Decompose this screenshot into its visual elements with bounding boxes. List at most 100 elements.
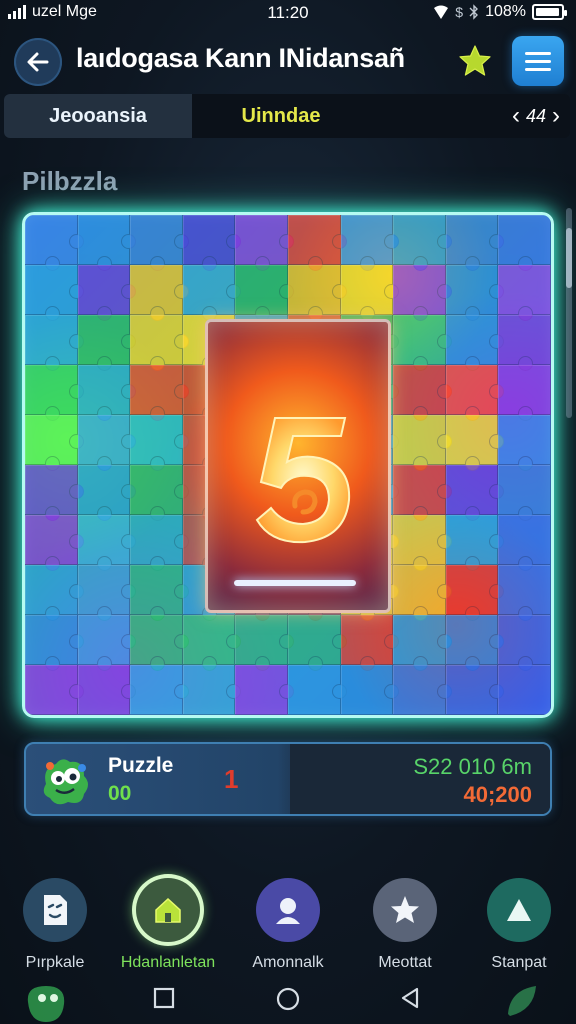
puzzle-piece[interactable] xyxy=(130,665,189,715)
puzzle-piece[interactable] xyxy=(287,265,347,321)
favorite-button[interactable] xyxy=(454,40,496,82)
back-nav-icon[interactable] xyxy=(398,986,422,1010)
tab-second[interactable]: Uinndae xyxy=(192,94,370,138)
puzzle-piece[interactable] xyxy=(393,315,452,371)
puzzle-piece[interactable] xyxy=(25,665,84,715)
puzzle-piece[interactable] xyxy=(77,515,136,571)
puzzle-piece[interactable] xyxy=(130,415,189,471)
puzzle-piece[interactable] xyxy=(393,215,452,271)
nav-item-3[interactable]: Amonnalk xyxy=(230,878,346,972)
puzzle-piece[interactable] xyxy=(25,415,84,471)
nav-button-1[interactable] xyxy=(23,878,87,942)
puzzle-piece[interactable] xyxy=(287,665,347,715)
next-page-button[interactable]: › xyxy=(552,102,560,130)
puzzle-piece[interactable] xyxy=(77,315,136,371)
back-button[interactable] xyxy=(14,38,62,86)
puzzle-piece[interactable] xyxy=(498,465,551,521)
scroll-thumb[interactable] xyxy=(566,228,572,288)
puzzle-piece[interactable] xyxy=(393,465,452,521)
puzzle-piece[interactable] xyxy=(25,365,84,421)
puzzle-piece[interactable] xyxy=(25,615,84,671)
puzzle-piece[interactable] xyxy=(445,615,504,671)
nav-item-5[interactable]: Stanpat xyxy=(461,878,576,972)
menu-button[interactable] xyxy=(512,36,564,86)
puzzle-piece[interactable] xyxy=(393,665,452,715)
nav-button-4[interactable] xyxy=(373,878,437,942)
puzzle-board[interactable] xyxy=(22,212,554,718)
puzzle-piece[interactable] xyxy=(340,215,399,271)
puzzle-piece[interactable] xyxy=(235,215,294,271)
nav-button-5[interactable] xyxy=(487,878,551,942)
puzzle-piece[interactable] xyxy=(235,665,294,715)
puzzle-piece[interactable] xyxy=(77,265,136,321)
puzzle-piece[interactable] xyxy=(130,465,189,521)
prev-page-button[interactable]: ‹ xyxy=(512,102,520,130)
puzzle-piece[interactable] xyxy=(445,215,504,271)
puzzle-piece[interactable] xyxy=(130,515,189,571)
home-icon[interactable] xyxy=(274,986,302,1014)
puzzle-piece[interactable] xyxy=(445,465,504,521)
puzzle-piece[interactable] xyxy=(235,265,294,321)
puzzle-piece[interactable] xyxy=(182,265,241,321)
puzzle-piece[interactable] xyxy=(498,265,551,321)
puzzle-piece[interactable] xyxy=(445,665,504,715)
scrollbar[interactable] xyxy=(566,208,572,418)
puzzle-piece[interactable] xyxy=(25,515,84,571)
puzzle-piece[interactable] xyxy=(182,665,241,715)
puzzle-piece[interactable] xyxy=(287,615,347,671)
puzzle-piece[interactable] xyxy=(445,415,504,471)
puzzle-piece[interactable] xyxy=(498,515,551,571)
puzzle-piece[interactable] xyxy=(77,365,136,421)
puzzle-piece[interactable] xyxy=(25,315,84,371)
puzzle-piece[interactable] xyxy=(340,665,399,715)
puzzle-piece[interactable] xyxy=(130,615,189,671)
puzzle-piece[interactable] xyxy=(25,215,84,271)
puzzle-piece[interactable] xyxy=(235,615,294,671)
puzzle-piece[interactable] xyxy=(498,215,551,271)
center-card[interactable] xyxy=(205,319,391,613)
puzzle-piece[interactable] xyxy=(77,565,136,621)
nav-item-4[interactable]: Meottat xyxy=(347,878,463,972)
puzzle-piece[interactable] xyxy=(182,215,241,271)
puzzle-piece[interactable] xyxy=(340,615,399,671)
puzzle-piece[interactable] xyxy=(393,365,452,421)
puzzle-piece[interactable] xyxy=(445,265,504,321)
puzzle-piece[interactable] xyxy=(130,315,189,371)
puzzle-piece[interactable] xyxy=(498,615,551,671)
puzzle-piece[interactable] xyxy=(130,365,189,421)
puzzle-piece[interactable] xyxy=(182,615,241,671)
puzzle-piece[interactable] xyxy=(393,515,452,571)
puzzle-piece[interactable] xyxy=(393,615,452,671)
puzzle-piece[interactable] xyxy=(445,315,504,371)
puzzle-piece[interactable] xyxy=(25,265,84,321)
puzzle-piece[interactable] xyxy=(25,465,84,521)
puzzle-piece[interactable] xyxy=(445,565,504,621)
recent-apps-icon[interactable] xyxy=(152,986,176,1010)
puzzle-piece[interactable] xyxy=(77,465,136,521)
puzzle-piece[interactable] xyxy=(498,365,551,421)
puzzle-piece[interactable] xyxy=(498,565,551,621)
puzzle-piece[interactable] xyxy=(130,565,189,621)
puzzle-piece[interactable] xyxy=(77,665,136,715)
puzzle-piece[interactable] xyxy=(77,415,136,471)
puzzle-piece[interactable] xyxy=(25,565,84,621)
nav-item-2[interactable]: Hdanlanletan xyxy=(110,878,226,972)
tab-first[interactable]: Jeooansia xyxy=(4,94,192,138)
puzzle-piece[interactable] xyxy=(130,265,189,321)
puzzle-piece[interactable] xyxy=(287,215,347,271)
nav-item-1[interactable]: Pırpkale xyxy=(0,878,113,972)
puzzle-piece[interactable] xyxy=(340,265,399,321)
puzzle-piece[interactable] xyxy=(77,215,136,271)
nav-button-2[interactable] xyxy=(136,878,200,942)
nav-button-3[interactable] xyxy=(256,878,320,942)
puzzle-piece[interactable] xyxy=(498,415,551,471)
puzzle-piece[interactable] xyxy=(393,415,452,471)
puzzle-piece[interactable] xyxy=(498,315,551,371)
puzzle-piece[interactable] xyxy=(130,215,189,271)
puzzle-piece[interactable] xyxy=(445,515,504,571)
puzzle-piece[interactable] xyxy=(393,565,452,621)
puzzle-piece[interactable] xyxy=(498,665,551,715)
puzzle-piece[interactable] xyxy=(393,265,452,321)
puzzle-piece[interactable] xyxy=(445,365,504,421)
puzzle-piece[interactable] xyxy=(77,615,136,671)
